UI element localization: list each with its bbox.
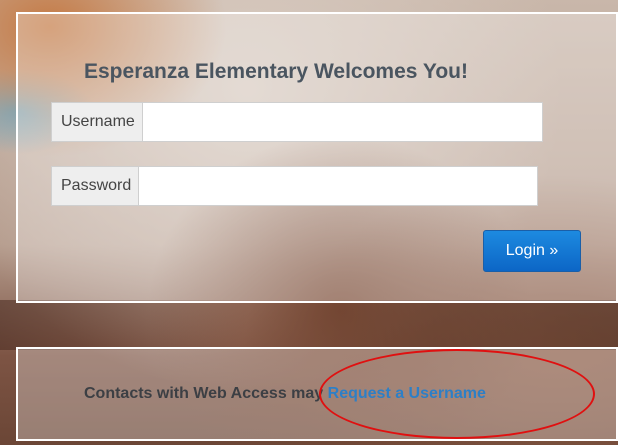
background-rock-texture [0,300,618,350]
login-button[interactable]: Login » [483,230,581,272]
page-title: Esperanza Elementary Welcomes You! [84,60,468,83]
password-field-group: Password [51,166,538,206]
request-username-link[interactable]: Request a Username [328,385,486,402]
contacts-message-text: Contacts with Web Access may [84,385,328,402]
password-input[interactable] [139,167,537,205]
password-label: Password [52,167,140,205]
contacts-message: Contacts with Web Access may Request a U… [84,385,486,403]
username-label: Username [52,103,143,141]
username-input[interactable] [142,103,542,141]
username-field-group: Username [51,102,543,142]
